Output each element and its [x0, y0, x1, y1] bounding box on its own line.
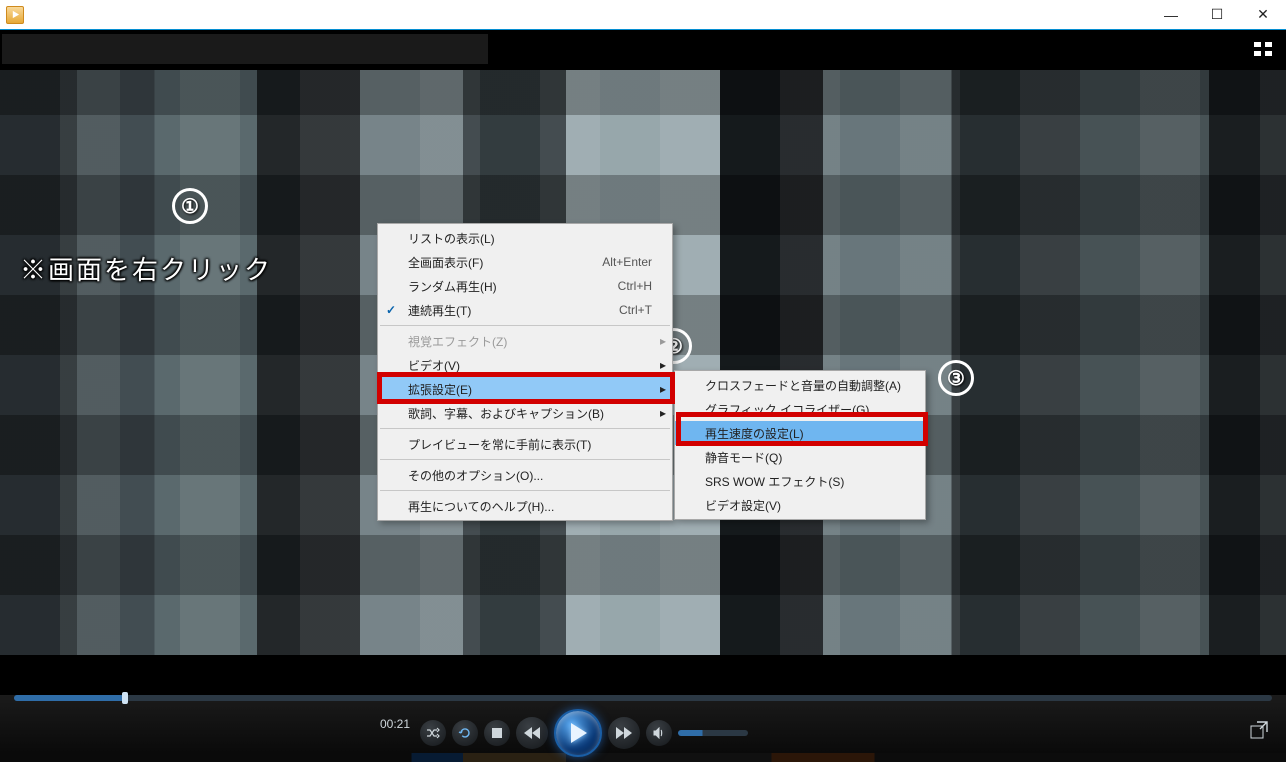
- menu-item-label: 再生速度の設定(L): [705, 425, 804, 442]
- submenu-equalizer[interactable]: グラフィック イコライザー(G): [675, 397, 925, 421]
- submenu-arrow-icon: ▸: [660, 334, 666, 348]
- menu-playback-help[interactable]: 再生についてのヘルプ(H)...: [378, 494, 672, 518]
- submenu-video-settings[interactable]: ビデオ設定(V): [675, 493, 925, 517]
- speaker-icon: [653, 727, 665, 739]
- submenu-arrow-icon: ▸: [660, 406, 666, 420]
- menu-item-label: SRS WOW エフェクト(S): [705, 473, 844, 490]
- menu-separator: [380, 428, 670, 429]
- minimize-button[interactable]: —: [1148, 0, 1194, 30]
- menu-item-label: ビデオ設定(V): [705, 497, 781, 514]
- menu-item-label: その他のオプション(O)...: [408, 467, 543, 484]
- seek-track: [14, 695, 1272, 701]
- play-icon: [568, 722, 588, 744]
- submenu-arrow-icon: ▸: [660, 382, 666, 396]
- annotation-step-1: ①: [172, 188, 208, 224]
- menu-separator: [380, 490, 670, 491]
- forward-icon: [616, 727, 632, 739]
- submenu-quiet-mode[interactable]: 静音モード(Q): [675, 445, 925, 469]
- menu-item-label: ビデオ(V): [408, 357, 460, 374]
- view-fullscreen-icon[interactable]: [1254, 42, 1272, 56]
- menu-repeat[interactable]: ✓ 連続再生(T) Ctrl+T: [378, 298, 672, 322]
- menu-item-label: 拡張設定(E): [408, 381, 472, 398]
- menu-item-label: 視覚エフェクト(Z): [408, 333, 507, 350]
- context-menu-main: リストの表示(L) 全画面表示(F) Alt+Enter ランダム再生(H) Ctr…: [377, 223, 673, 521]
- menu-item-label: 連続再生(T): [408, 302, 471, 319]
- next-button[interactable]: [608, 717, 640, 749]
- menu-item-label: 全画面表示(F): [408, 254, 483, 271]
- mute-button[interactable]: [646, 720, 672, 746]
- menu-separator: [380, 325, 670, 326]
- titlebar: — ☐ ✕: [0, 0, 1286, 30]
- seek-bar[interactable]: [14, 695, 1272, 701]
- submenu-crossfade[interactable]: クロスフェードと音量の自動調整(A): [675, 373, 925, 397]
- menu-shortcut: Alt+Enter: [602, 255, 652, 269]
- app-icon: [6, 6, 24, 24]
- seek-thumb[interactable]: [122, 692, 128, 704]
- rewind-icon: [524, 727, 540, 739]
- popout-icon: [1250, 721, 1268, 739]
- menu-item-label: 静音モード(Q): [705, 449, 782, 466]
- menu-item-label: クロスフェードと音量の自動調整(A): [705, 377, 901, 394]
- seek-progress: [14, 695, 124, 701]
- menu-item-label: リストの表示(L): [408, 230, 495, 247]
- title-redacted: [2, 34, 488, 64]
- menu-video[interactable]: ビデオ(V) ▸: [378, 353, 672, 377]
- stop-button[interactable]: [484, 720, 510, 746]
- menu-item-label: プレイビューを常に手前に表示(T): [408, 436, 591, 453]
- context-menu-advanced: クロスフェードと音量の自動調整(A) グラフィック イコライザー(G) 再生速度…: [674, 370, 926, 520]
- stop-icon: [492, 728, 502, 738]
- menu-item-label: 再生についてのヘルプ(H)...: [408, 498, 554, 515]
- menu-captions[interactable]: 歌詞、字幕、およびキャプション(B) ▸: [378, 401, 672, 425]
- shuffle-icon: [426, 727, 440, 739]
- menu-show-list[interactable]: リストの表示(L): [378, 226, 672, 250]
- repeat-button[interactable]: [452, 720, 478, 746]
- shuffle-button[interactable]: [420, 720, 446, 746]
- annotation-text: ※画面を右クリック: [20, 250, 272, 287]
- menu-item-label: ランダム再生(H): [408, 278, 497, 295]
- menu-other-options[interactable]: その他のオプション(O)...: [378, 463, 672, 487]
- menu-always-on-top[interactable]: プレイビューを常に手前に表示(T): [378, 432, 672, 456]
- repeat-icon: [458, 726, 472, 740]
- menu-visual-effects: 視覚エフェクト(Z) ▸: [378, 329, 672, 353]
- close-button[interactable]: ✕: [1240, 0, 1286, 30]
- media-player-window: — ☐ ✕ ① ※画面を右クリック ② ③ リストの表示(L) 全画面表示(F)…: [0, 0, 1286, 762]
- menu-shortcut: Ctrl+H: [618, 279, 652, 293]
- now-playing-strip: [0, 30, 1286, 70]
- submenu-arrow-icon: ▸: [660, 358, 666, 372]
- menu-shuffle[interactable]: ランダム再生(H) Ctrl+H: [378, 274, 672, 298]
- play-button[interactable]: [554, 709, 602, 757]
- elapsed-time: 00:21: [380, 717, 410, 731]
- video-stage[interactable]: ① ※画面を右クリック ② ③ リストの表示(L) 全画面表示(F)Alt+En…: [0, 30, 1286, 695]
- maximize-button[interactable]: ☐: [1194, 0, 1240, 30]
- menu-fullscreen[interactable]: 全画面表示(F) Alt+Enter: [378, 250, 672, 274]
- menu-item-label: 歌詞、字幕、およびキャプション(B): [408, 405, 604, 422]
- menu-separator: [380, 459, 670, 460]
- menu-advanced-settings[interactable]: 拡張設定(E) ▸: [378, 377, 672, 401]
- previous-button[interactable]: [516, 717, 548, 749]
- submenu-srs-wow[interactable]: SRS WOW エフェクト(S): [675, 469, 925, 493]
- check-icon: ✓: [386, 303, 396, 317]
- menu-item-label: グラフィック イコライザー(G): [705, 401, 869, 418]
- volume-slider[interactable]: [678, 730, 748, 736]
- submenu-play-speed[interactable]: 再生速度の設定(L): [675, 421, 925, 445]
- switch-to-library-button[interactable]: [1250, 721, 1268, 739]
- playback-controls: 00:21: [0, 695, 1286, 753]
- annotation-step-3: ③: [938, 360, 974, 396]
- menu-shortcut: Ctrl+T: [619, 303, 652, 317]
